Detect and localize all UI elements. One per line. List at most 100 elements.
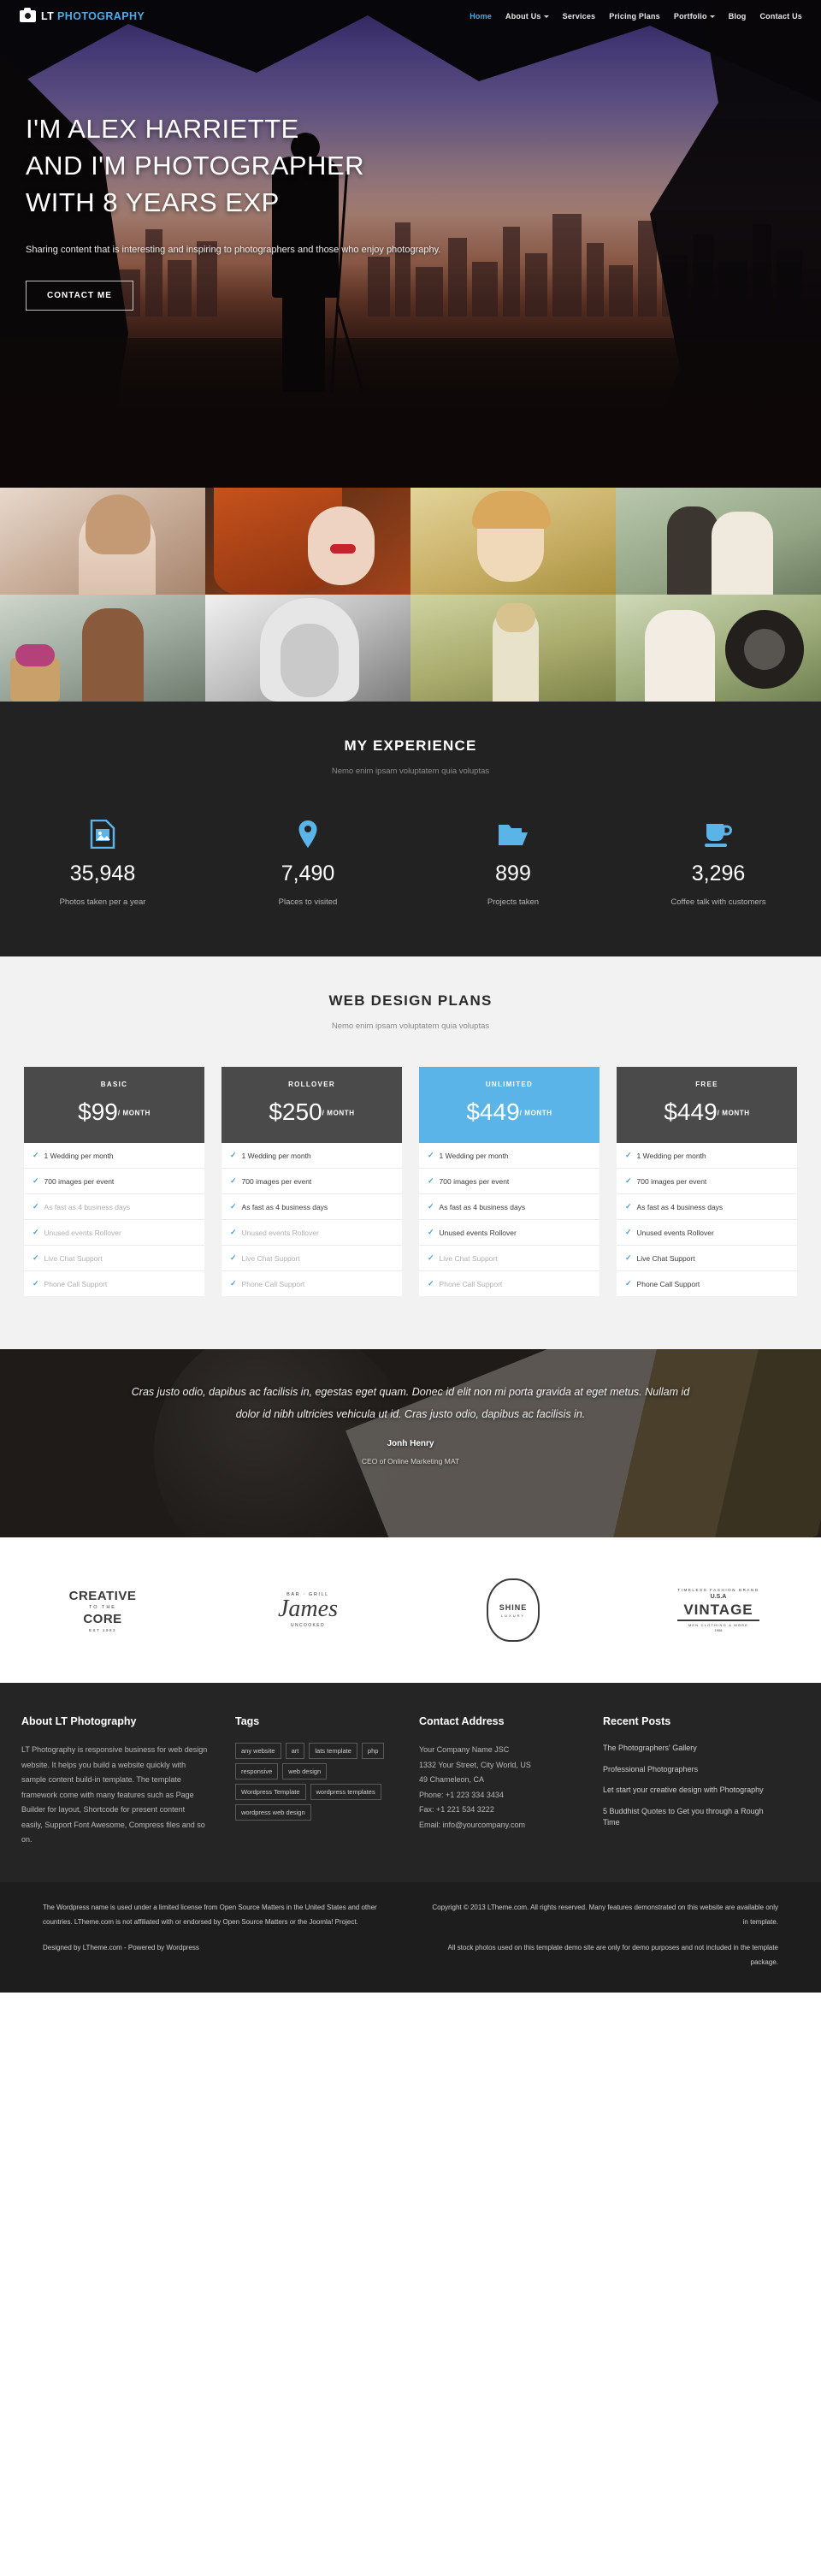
map-pin-icon xyxy=(205,819,410,850)
check-icon: ✓ xyxy=(32,1176,39,1185)
client-logo-line: U.S.A xyxy=(710,1594,727,1600)
plan-feature-label: 700 images per event xyxy=(636,1176,707,1186)
testimonial-quote: Cras justo odio, dapibus ac facilisis in… xyxy=(131,1386,690,1420)
plan-feature: ✓ 1 Wedding per month xyxy=(419,1143,600,1169)
nav-item-contact-us[interactable]: Contact Us xyxy=(759,12,802,21)
footer-about-column: About LT Photography LT Photography is r… xyxy=(21,1715,235,1848)
plan-feature: ✓ As fast as 4 business days xyxy=(419,1194,600,1220)
client-logo-james[interactable]: BAR · GRILL James UNCOOKED xyxy=(205,1592,410,1628)
client-logo-shine[interactable]: SHINE LUXURY xyxy=(410,1578,616,1642)
check-icon: ✓ xyxy=(230,1253,237,1262)
plan-feature: ✓ Phone Call Support xyxy=(24,1271,204,1296)
designed-by-text: Designed by LTheme.com - Powered by Word… xyxy=(43,1944,199,1952)
gallery-item[interactable] xyxy=(616,595,821,702)
tag-item[interactable]: art xyxy=(285,1743,305,1759)
plan-price: $449/ MONTH xyxy=(617,1100,797,1124)
gallery-item[interactable] xyxy=(205,488,410,595)
tag-item[interactable]: lats template xyxy=(309,1743,357,1759)
stat-item: 899 Projects taken xyxy=(410,819,616,907)
footer-contact-heading: Contact Address xyxy=(419,1715,505,1727)
plan-feature: ✓ Live Chat Support xyxy=(419,1246,600,1271)
contact-line: Your Company Name JSC xyxy=(419,1745,510,1754)
recent-post-link[interactable]: 5 Buddhist Quotes to Get you through a R… xyxy=(603,1806,774,1829)
plan-feature: ✓ Live Chat Support xyxy=(617,1246,797,1271)
plan-feature-label: 1 Wedding per month xyxy=(241,1151,311,1160)
plan-feature-label: Live Chat Support xyxy=(636,1253,695,1263)
plan-feature: ✓ 1 Wedding per month xyxy=(24,1143,204,1169)
nav-item-label: Blog xyxy=(728,12,747,21)
plan-feature-label: Live Chat Support xyxy=(439,1253,498,1263)
gallery-item[interactable] xyxy=(205,595,410,702)
pricing-plan-card[interactable]: FREE $449/ MONTH ✓ 1 Wedding per month ✓ 700 … xyxy=(617,1067,797,1296)
plan-header: FREE $449/ MONTH xyxy=(617,1067,797,1143)
tag-item[interactable]: Wordpress Template xyxy=(235,1784,306,1800)
recent-post-link[interactable]: Professional Photographers xyxy=(603,1764,774,1776)
plan-header: UNLIMITED $449/ MONTH xyxy=(419,1067,600,1143)
gallery-item[interactable] xyxy=(616,488,821,595)
gallery-item[interactable] xyxy=(0,488,205,595)
recent-posts-list: The Photographers' Gallery Professional P… xyxy=(603,1743,800,1829)
hero-frame-bottom xyxy=(0,338,821,488)
client-logo-vintage[interactable]: TIMELESS FASHION BRAND U.S.A VINTAGE MEN… xyxy=(616,1588,821,1632)
stock-photos-notice: All stock photos used on this template d… xyxy=(447,1944,778,1967)
contact-me-button[interactable]: CONTACT ME xyxy=(26,280,133,311)
plan-feature-label: Phone Call Support xyxy=(44,1279,108,1288)
nav-item-services[interactable]: Services xyxy=(563,12,596,21)
client-logo-line: James xyxy=(278,1596,338,1622)
nav-item-label: Services xyxy=(562,12,596,21)
plan-price-amount: $250 xyxy=(269,1099,322,1125)
plan-feature-label: 700 images per event xyxy=(439,1176,510,1186)
testimonial-author-name: Jonh Henry xyxy=(387,1439,434,1449)
tag-item[interactable]: wordpress templates xyxy=(310,1784,381,1800)
check-icon: ✓ xyxy=(428,1151,434,1159)
gallery-item[interactable] xyxy=(410,595,616,702)
nav-item-blog[interactable]: Blog xyxy=(729,12,747,21)
check-icon: ✓ xyxy=(625,1151,632,1159)
tag-list: any website art lats template php responsive… xyxy=(235,1743,398,1821)
gallery-item[interactable] xyxy=(0,595,205,702)
pricing-plan-card[interactable]: BASIC $99/ MONTH ✓ 1 Wedding per month ✓ 700 … xyxy=(24,1067,204,1296)
pricing-plan-card[interactable]: UNLIMITED $449/ MONTH ✓ 1 Wedding per month… xyxy=(419,1067,600,1296)
client-logo-creative-core[interactable]: CREATIVE TO THE CORE EST 1983 xyxy=(0,1589,205,1632)
tag-item[interactable]: php xyxy=(361,1743,385,1759)
plan-feature: ✓ Phone Call Support xyxy=(419,1271,600,1296)
check-icon: ✓ xyxy=(230,1279,237,1288)
main-navigation: Home About Us Services Pricing Plans Portfol… xyxy=(470,12,802,21)
nav-item-home[interactable]: Home xyxy=(470,12,492,21)
site-logo[interactable]: LT PHOTOGRAPHY xyxy=(20,8,145,22)
recent-post-link[interactable]: The Photographers' Gallery xyxy=(603,1743,774,1755)
tag-item[interactable]: any website xyxy=(235,1743,281,1759)
nav-item-label: About Us xyxy=(505,12,541,21)
tag-item[interactable]: web design xyxy=(282,1763,328,1780)
hero-headline-line-3: WITH 8 YEARS EXP xyxy=(26,187,280,217)
plan-feature: ✓ Live Chat Support xyxy=(24,1246,204,1271)
plan-feature: ✓ Phone Call Support xyxy=(617,1271,797,1296)
tag-item[interactable]: wordpress web design xyxy=(235,1804,311,1821)
stat-label: Projects taken xyxy=(487,897,540,907)
contact-line: Fax: +1 221 534 3222 xyxy=(419,1805,494,1815)
client-logo-line: TIMELESS FASHION BRAND xyxy=(677,1588,759,1592)
tag-item[interactable]: responsive xyxy=(235,1763,279,1780)
stat-item: 3,296 Coffee talk with customers xyxy=(616,819,821,907)
hero-headline-line-2: AND I'M PHOTOGRAPHER xyxy=(26,150,365,181)
plan-header: ROLLOVER $250/ MONTH xyxy=(221,1067,402,1143)
plan-feature: ✓ 700 images per event xyxy=(419,1169,600,1194)
footer-posts-column: Recent Posts The Photographers' Gallery P… xyxy=(603,1715,800,1848)
plan-feature-label: Live Chat Support xyxy=(241,1253,300,1263)
pricing-plans: BASIC $99/ MONTH ✓ 1 Wedding per month ✓ 700 … xyxy=(24,1067,797,1296)
nav-item-label: Contact Us xyxy=(759,12,802,21)
gallery-item[interactable] xyxy=(410,488,616,595)
stat-number: 7,490 xyxy=(281,862,335,885)
coffee-cup-icon xyxy=(616,819,821,850)
client-logo-line: LUXURY xyxy=(500,1613,526,1618)
portfolio-gallery xyxy=(0,488,821,702)
testimonial-author-role: CEO of Online Marketing MAT xyxy=(361,1457,460,1466)
recent-post-link[interactable]: Let start your creative design with Phot… xyxy=(603,1785,774,1797)
nav-item-pricing-plans[interactable]: Pricing Plans xyxy=(609,12,660,21)
nav-item-portfolio[interactable]: Portfolio xyxy=(674,12,715,21)
experience-section: MY EXPERIENCE Nemo enim ipsam voluptatem… xyxy=(0,702,821,956)
nav-item-about-us[interactable]: About Us xyxy=(505,12,549,21)
stat-number: 3,296 xyxy=(691,862,746,885)
pricing-plan-card[interactable]: ROLLOVER $250/ MONTH ✓ 1 Wedding per month ✓… xyxy=(221,1067,402,1296)
check-icon: ✓ xyxy=(32,1151,39,1159)
